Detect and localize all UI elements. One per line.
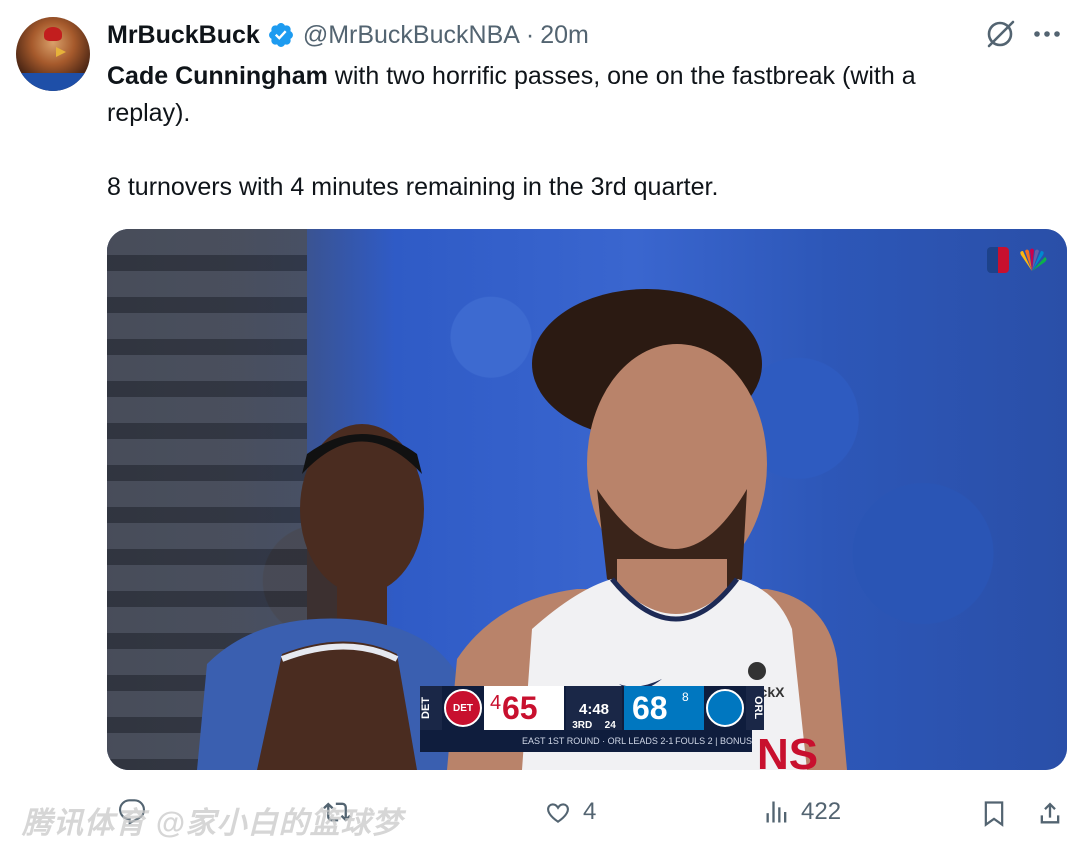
video-media[interactable]: StockX NS DET DET 4 65 4:48 3RD24 68 8 O…: [107, 229, 1067, 770]
like-icon: [547, 803, 569, 823]
share-button[interactable]: [1036, 798, 1064, 828]
broadcast-logos: [987, 247, 1049, 273]
views-icon: [766, 801, 787, 823]
tweet-text: Cade Cunningham with two horrific passes…: [107, 58, 1057, 206]
home-abbr: DET: [420, 686, 442, 730]
magic-logo: [706, 689, 744, 727]
like-button[interactable]: 4: [543, 798, 596, 826]
author-handle[interactable]: @MrBuckBuckNBA: [303, 21, 520, 50]
views-button[interactable]: 422: [763, 798, 841, 826]
mention-bold: Cade Cunningham: [107, 62, 328, 90]
away-timeouts: 8: [682, 690, 689, 704]
share-icon: [1040, 802, 1060, 824]
scorebug-ticker: EAST 1ST ROUND · ORL LEADS 2-1 FOULS 2 |…: [442, 732, 762, 752]
clock-time: 4:48: [578, 701, 610, 718]
verified-icon: [268, 23, 293, 47]
game-clock: 4:48 3RD 24: [566, 686, 622, 731]
period: 3RD: [572, 720, 593, 731]
text-line-1: with two horrific passes, one on the fas…: [327, 62, 916, 90]
avatar[interactable]: [16, 17, 90, 91]
grok-icon[interactable]: [983, 17, 1017, 51]
separator: ·: [525, 20, 535, 49]
text-line-3: 8 turnovers with 4 minutes remaining in …: [107, 173, 719, 201]
text-line-2: replay).: [107, 99, 191, 127]
pistons-logo: DET: [444, 689, 482, 727]
fouls-status: FOULS 2 | BONUS: [675, 736, 752, 746]
nba-logo: [987, 247, 1009, 273]
tweet-header: MrBuckBuck @MrBuckBuckNBA · 20m: [107, 18, 589, 52]
timestamp[interactable]: 20m: [540, 21, 589, 50]
away-score: 68: [632, 690, 668, 726]
svg-text:NS: NS: [757, 730, 818, 770]
like-count: 4: [583, 798, 597, 825]
away-abbr: ORL: [746, 686, 764, 730]
home-score: 65: [502, 690, 538, 726]
shot-clock: 24: [604, 720, 616, 731]
author-name[interactable]: MrBuckBuck: [107, 21, 260, 50]
scorebug: DET DET 4 65 4:48 3RD 24 68 8 ORL EAST 1S…: [420, 686, 764, 752]
bookmark-icon: [984, 801, 1004, 827]
views-count: 422: [801, 798, 842, 825]
peacock-logo: [1020, 248, 1047, 271]
series-status: EAST 1ST ROUND · ORL LEADS 2-1: [522, 736, 674, 746]
watermark: 腾讯体育 @家小白的篮球梦: [22, 807, 403, 840]
more-icon[interactable]: [1030, 22, 1064, 46]
home-timeouts: 4: [490, 692, 502, 714]
bookmark-button[interactable]: [980, 798, 1008, 828]
